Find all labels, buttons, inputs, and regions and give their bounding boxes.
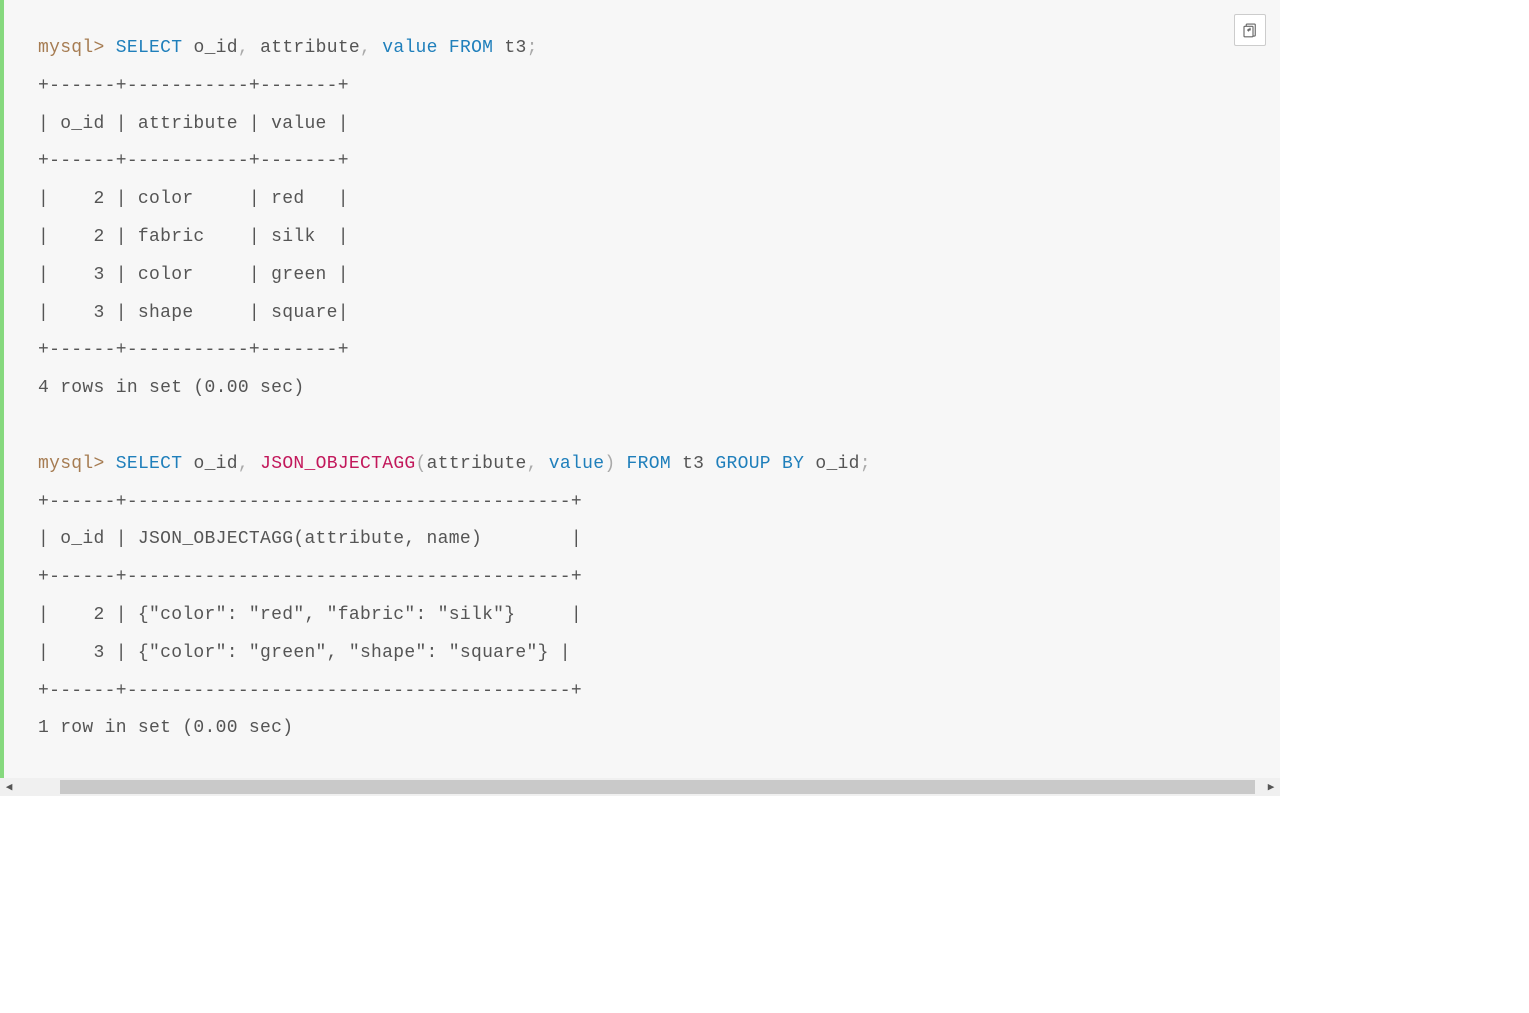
separator: +------+--------------------------------… [38, 567, 582, 587]
column-value: value [382, 38, 438, 58]
keyword-group: GROUP [715, 454, 771, 474]
scroll-right-arrow-icon[interactable]: ▶ [1262, 778, 1280, 796]
result-footer: 1 row in set (0.00 sec) [38, 718, 293, 738]
table-t3: t3 [682, 454, 704, 474]
comma: , [238, 38, 249, 58]
table-header: | o_id | JSON_OBJECTAGG(attribute, name)… [38, 529, 582, 549]
semicolon: ; [527, 38, 538, 58]
arg-value: value [549, 454, 605, 474]
keyword-select: SELECT [116, 454, 183, 474]
separator: +------+--------------------------------… [38, 492, 582, 512]
mysql-prompt: mysql> [38, 38, 105, 58]
table-row: | 2 | color | red | [38, 189, 349, 209]
table-row: | 3 | shape | square| [38, 303, 349, 323]
table-row: | 2 | {"color": "red", "fabric": "silk"}… [38, 605, 582, 625]
horizontal-scrollbar[interactable]: ◀ ▶ [0, 778, 1280, 796]
separator: +------+-----------+-------+ [38, 151, 349, 171]
paren-close: ) [604, 454, 615, 474]
function-json-objectagg: JSON_OBJECTAGG [260, 454, 415, 474]
clipboard-icon [1241, 21, 1259, 39]
keyword-by: BY [782, 454, 804, 474]
separator: +------+-----------+-------+ [38, 340, 349, 360]
semicolon: ; [860, 454, 871, 474]
comma: , [238, 454, 249, 474]
separator: +------+-----------+-------+ [38, 76, 349, 96]
table-row: | 3 | color | green | [38, 265, 349, 285]
mysql-prompt: mysql> [38, 454, 105, 474]
column-attribute: attribute [260, 38, 360, 58]
table-header: | o_id | attribute | value | [38, 114, 349, 134]
scroll-left-arrow-icon[interactable]: ◀ [0, 778, 18, 796]
keyword-from: FROM [627, 454, 671, 474]
column-oid: o_id [193, 454, 237, 474]
keyword-from: FROM [449, 38, 493, 58]
comma: , [527, 454, 538, 474]
table-t3: t3 [504, 38, 526, 58]
result-footer: 4 rows in set (0.00 sec) [38, 378, 304, 398]
code-block-container: mysql> SELECT o_id, attribute, value FRO… [0, 0, 1280, 778]
keyword-select: SELECT [116, 38, 183, 58]
table-row: | 3 | {"color": "green", "shape": "squar… [38, 643, 571, 663]
arg-attribute: attribute [427, 454, 527, 474]
sql-console-output: mysql> SELECT o_id, attribute, value FRO… [4, 0, 1280, 778]
separator: +------+--------------------------------… [38, 681, 582, 701]
comma: , [360, 38, 371, 58]
copy-button[interactable] [1234, 14, 1266, 46]
column-oid: o_id [193, 38, 237, 58]
table-row: | 2 | fabric | silk | [38, 227, 349, 247]
paren-open: ( [416, 454, 427, 474]
group-col: o_id [815, 454, 859, 474]
scroll-thumb[interactable] [60, 780, 1255, 794]
